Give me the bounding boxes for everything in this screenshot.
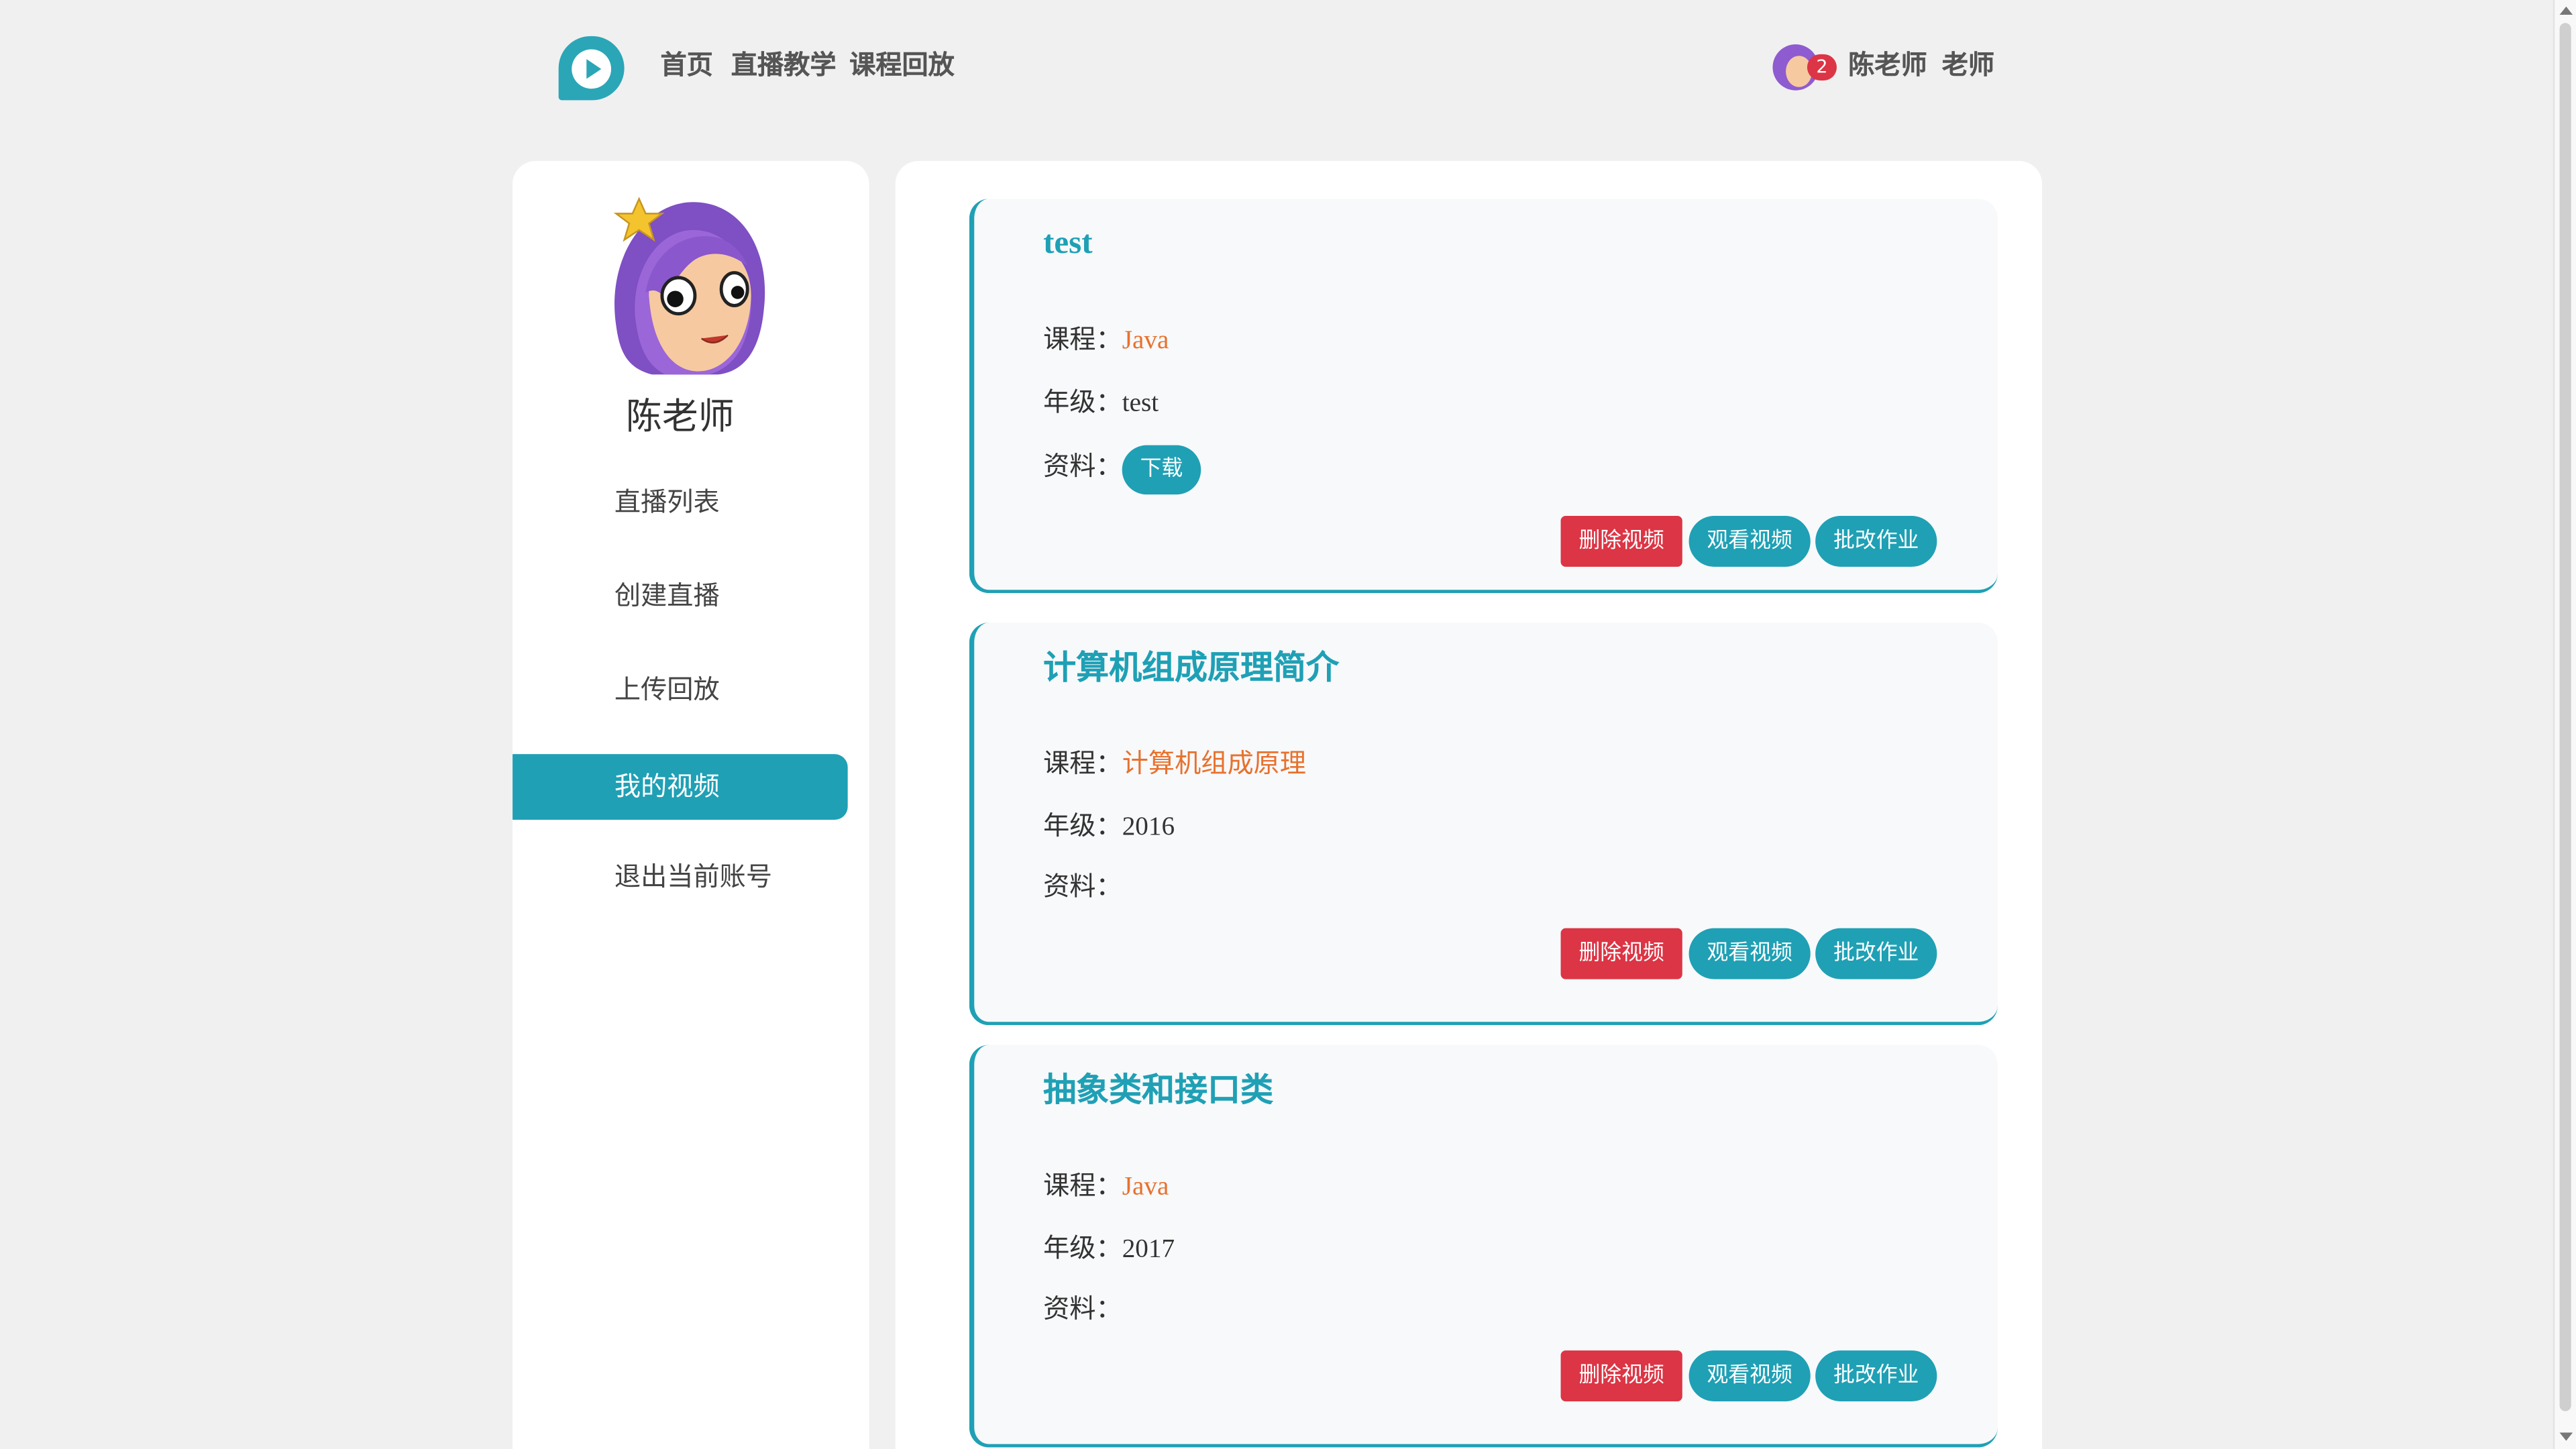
course-label: 课程： <box>1043 747 1122 779</box>
grade-row: 年级：2017 <box>1043 1230 1175 1268</box>
user-role: 老师 <box>1941 49 1995 81</box>
grade-label: 年级： <box>1043 810 1122 841</box>
page-scrollbar[interactable] <box>2553 0 2576 1449</box>
video-title[interactable]: test <box>1043 222 1092 265</box>
grade-value: test <box>1122 389 1159 418</box>
grade-value: 2017 <box>1122 1235 1175 1264</box>
sidebar-item-label: 我的视频 <box>614 770 720 802</box>
course-row: 课程：Java <box>1043 322 1169 360</box>
user-name[interactable]: 陈老师 <box>1848 49 1927 82</box>
course-label: 课程： <box>1043 1169 1122 1201</box>
logo-play-triangle <box>586 59 602 79</box>
sidebar-item-label: 退出当前账号 <box>614 861 773 892</box>
sidebar-item-create-live[interactable]: 创建直播 <box>513 564 848 629</box>
delete-video-button[interactable]: 删除视频 <box>1560 1350 1682 1401</box>
course-row: 课程：计算机组成原理 <box>1043 746 1306 782</box>
scrollbar-thumb[interactable] <box>2559 23 2571 1411</box>
notification-badge[interactable]: 2 <box>1807 54 1837 81</box>
video-title[interactable]: 计算机组成原理简介 <box>1043 645 1339 688</box>
grade-homework-button[interactable]: 批改作业 <box>1815 515 1937 567</box>
grade-label: 年级： <box>1043 386 1122 418</box>
play-logo-icon[interactable] <box>558 36 625 101</box>
material-row: 资料： <box>1043 1291 1122 1328</box>
sidebar-item-label: 上传回放 <box>614 674 720 705</box>
video-card: 抽象类和接口类 课程：Java 年级：2017 资料： 删除视频 观看视频 批改… <box>969 1044 1998 1448</box>
scroll-down-arrow-icon[interactable] <box>2559 1432 2573 1441</box>
grade-label: 年级： <box>1043 1232 1122 1264</box>
nav-course-replay[interactable]: 课程回放 <box>849 49 955 82</box>
scroll-up-arrow-icon[interactable] <box>2559 6 2573 15</box>
video-card: 计算机组成原理简介 课程：计算机组成原理 年级：2016 资料： 删除视频 观看… <box>969 623 1998 1026</box>
material-label: 资料： <box>1043 450 1122 482</box>
delete-video-button[interactable]: 删除视频 <box>1560 928 1682 979</box>
grade-homework-button[interactable]: 批改作业 <box>1815 1350 1937 1401</box>
material-label: 资料： <box>1043 870 1122 902</box>
top-navbar: 首页 直播教学 课程回放 2 陈老师 老师 <box>0 0 2553 135</box>
course-value: 计算机组成原理 <box>1122 747 1307 779</box>
sidebar-item-label: 创建直播 <box>614 580 720 612</box>
course-row: 课程：Java <box>1043 1168 1169 1205</box>
delete-video-button[interactable]: 删除视频 <box>1560 515 1682 567</box>
watch-video-button[interactable]: 观看视频 <box>1688 515 1811 567</box>
material-label: 资料： <box>1043 1293 1122 1324</box>
sidebar-item-logout[interactable]: 退出当前账号 <box>513 845 848 910</box>
watch-video-button[interactable]: 观看视频 <box>1688 1350 1811 1401</box>
grade-homework-button[interactable]: 批改作业 <box>1815 928 1937 979</box>
course-label: 课程： <box>1043 323 1122 355</box>
video-list-panel: test 课程：Java 年级：test 资料： 下载 删除视频 观看视频 批改… <box>895 161 2043 1449</box>
course-value: Java <box>1122 1173 1169 1201</box>
sidebar-item-my-videos[interactable]: 我的视频 <box>513 754 848 820</box>
material-row: 资料： <box>1043 449 1122 485</box>
grade-row: 年级：test <box>1043 384 1159 422</box>
sidebar-item-upload-replay[interactable]: 上传回放 <box>513 657 848 723</box>
nav-live-teaching[interactable]: 直播教学 <box>731 49 837 82</box>
sidebar-item-label: 直播列表 <box>614 486 720 518</box>
nav-home[interactable]: 首页 <box>660 49 712 82</box>
profile-name: 陈老师 <box>626 397 735 439</box>
course-value: Java <box>1122 327 1169 355</box>
grade-row: 年级：2016 <box>1043 808 1175 846</box>
sidebar-item-live-list[interactable]: 直播列表 <box>513 470 848 535</box>
sidebar: 陈老师 直播列表 创建直播 上传回放 我的视频 退出当前账号 <box>513 161 869 1449</box>
material-row: 资料： <box>1043 869 1122 906</box>
watch-video-button[interactable]: 观看视频 <box>1688 928 1811 979</box>
grade-value: 2016 <box>1122 813 1175 841</box>
avatar-illustration <box>613 197 765 375</box>
video-card: test 课程：Java 年级：test 资料： 下载 删除视频 观看视频 批改… <box>969 199 1998 594</box>
video-title[interactable]: 抽象类和接口类 <box>1043 1068 1273 1111</box>
download-button[interactable]: 下载 <box>1122 445 1201 495</box>
